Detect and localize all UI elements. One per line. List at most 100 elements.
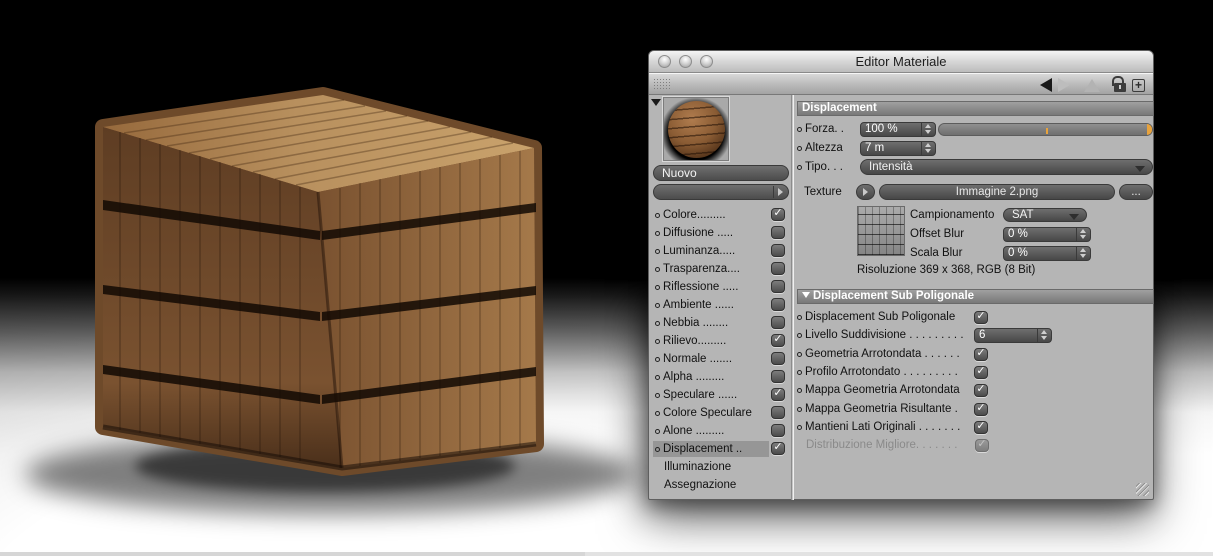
channel-label: Ambiente ...... xyxy=(663,299,734,311)
spinner-arrows-icon[interactable] xyxy=(1037,328,1047,342)
checkbox[interactable]: ✓ xyxy=(974,347,988,361)
sidebar-item-ambiente[interactable]: Ambiente ...... ✓ xyxy=(651,296,791,314)
checkbox[interactable]: ✓ xyxy=(771,388,785,401)
keyframe-dot[interactable] xyxy=(797,406,802,412)
drag-grip-icon[interactable] xyxy=(653,78,670,91)
keyframe-dot[interactable] xyxy=(655,356,660,362)
offset-blur-spinner[interactable]: 0 % xyxy=(1003,226,1091,242)
keyframe-dot[interactable] xyxy=(797,351,802,357)
checkbox[interactable]: ✓ xyxy=(771,370,785,383)
keyframe-dot[interactable] xyxy=(655,320,660,326)
shader-popup-button[interactable] xyxy=(773,186,787,198)
sidebar-item-alone[interactable]: Alone ......... ✓ xyxy=(651,422,791,440)
unlock-icon[interactable] xyxy=(1112,76,1126,92)
checkbox[interactable]: ✓ xyxy=(771,298,785,311)
sidebar-item-displacement[interactable]: Displacement .. ✓ xyxy=(651,440,791,458)
tipo-dropdown[interactable]: Intensità xyxy=(860,159,1153,175)
texture-thumbnail[interactable] xyxy=(857,206,905,256)
channel-label: Normale ....... xyxy=(663,353,733,365)
checkbox[interactable]: ✓ xyxy=(771,406,785,419)
keyframe-dot[interactable] xyxy=(797,369,802,375)
resize-handle[interactable] xyxy=(1136,483,1149,496)
checkbox[interactable]: ✓ xyxy=(974,402,988,416)
sidebar-item-speculare[interactable]: Speculare ...... ✓ xyxy=(651,386,791,404)
texture-file-button[interactable]: Immagine 2.png xyxy=(879,184,1115,200)
sidebar-item-riflessione[interactable]: Riflessione ..... ✓ xyxy=(651,278,791,296)
keyframe-dot[interactable] xyxy=(655,374,660,380)
sidebar-item-luminanza[interactable]: Luminanza..... ✓ xyxy=(651,242,791,260)
checkbox[interactable]: ✓ xyxy=(771,280,785,293)
sidebar-item-normale[interactable]: Normale ....... ✓ xyxy=(651,350,791,368)
browse-button[interactable]: ... xyxy=(1119,184,1153,200)
keyframe-dot[interactable] xyxy=(655,248,660,254)
texture-popup-button[interactable] xyxy=(856,184,875,200)
checkbox[interactable]: ✓ xyxy=(771,424,785,437)
shader-field[interactable] xyxy=(653,184,789,200)
checkbox[interactable]: ✓ xyxy=(771,352,785,365)
keyframe-dot[interactable] xyxy=(655,446,660,452)
checkbox[interactable]: ✓ xyxy=(771,316,785,329)
keyframe-dot[interactable] xyxy=(797,164,802,170)
spinner-arrows-icon[interactable] xyxy=(921,122,931,136)
forward-icon[interactable] xyxy=(1058,78,1070,92)
keyframe-dot[interactable] xyxy=(655,212,660,218)
sidebar-item-trasparenza[interactable]: Trasparenza.... ✓ xyxy=(651,260,791,278)
keyframe-dot[interactable] xyxy=(655,410,660,416)
spinner-arrows-icon[interactable] xyxy=(1076,227,1086,241)
checkbox[interactable]: ✓ xyxy=(771,244,785,257)
keyframe-dot[interactable] xyxy=(655,302,660,308)
channel-label: Nebbia ........ xyxy=(663,317,729,329)
scala-blur-spinner[interactable]: 0 % xyxy=(1003,245,1091,261)
sidebar-item-colore-speculare[interactable]: Colore Speculare ✓ xyxy=(651,404,791,422)
sidebar-item-illuminazione[interactable]: Illuminazione xyxy=(651,458,791,476)
keyframe-dot[interactable] xyxy=(797,424,802,430)
checkbox[interactable]: ✓ xyxy=(771,334,785,347)
checkbox[interactable]: ✓ xyxy=(974,365,988,379)
forza-slider[interactable] xyxy=(938,122,1153,136)
sidebar-item-rilievo[interactable]: Rilievo......... ✓ xyxy=(651,332,791,350)
keyframe-dot[interactable] xyxy=(655,338,660,344)
checkbox[interactable]: ✓ xyxy=(771,208,785,221)
checkbox[interactable]: ✓ xyxy=(771,262,785,275)
sidebar-item-colore[interactable]: Colore......... ✓ xyxy=(651,206,791,224)
sidebar-item-nebbia[interactable]: Nebbia ........ ✓ xyxy=(651,314,791,332)
add-icon[interactable]: + xyxy=(1132,78,1145,92)
keyframe-dot[interactable] xyxy=(797,387,802,393)
keyframe-dot[interactable] xyxy=(797,314,802,320)
titlebar[interactable]: Editor Materiale xyxy=(649,51,1153,73)
keyframe-dot[interactable] xyxy=(655,428,660,434)
altezza-spinner[interactable]: 7 m xyxy=(860,140,936,156)
sidebar-item-alpha[interactable]: Alpha ......... ✓ xyxy=(651,368,791,386)
keyframe-dot[interactable] xyxy=(655,266,660,272)
keyframe-dot[interactable] xyxy=(797,332,802,338)
material-name-field[interactable]: Nuovo xyxy=(653,165,789,181)
chevron-down-icon xyxy=(1135,166,1145,172)
spinner-arrows-icon[interactable] xyxy=(921,141,931,155)
keyframe-dot[interactable] xyxy=(797,126,802,132)
channel-label: Displacement .. xyxy=(663,443,743,455)
keyframe-dot[interactable] xyxy=(655,392,660,398)
back-icon[interactable] xyxy=(1040,78,1052,92)
spinner-arrows-icon[interactable] xyxy=(1076,246,1086,260)
sidebar-item-assegnazione[interactable]: Assegnazione xyxy=(651,476,791,494)
checkbox[interactable]: ✓ xyxy=(974,382,988,397)
keyframe-dot[interactable] xyxy=(655,230,660,236)
keyframe-dot[interactable] xyxy=(655,284,660,290)
check-icon: ✓ xyxy=(976,382,986,395)
forza-spinner[interactable]: 100 % xyxy=(860,121,936,137)
checkbox[interactable]: ✓ xyxy=(974,420,988,434)
campionamento-dropdown[interactable]: SAT xyxy=(1003,208,1087,222)
forza-label: Forza. . xyxy=(805,123,844,135)
checkbox[interactable]: ✓ xyxy=(974,310,988,324)
sidebar-item-diffusione[interactable]: Diffusione ..... ✓ xyxy=(651,224,791,242)
chevron-down-icon[interactable] xyxy=(651,99,661,106)
section-header-sub-poligonale[interactable]: Displacement Sub Poligonale xyxy=(797,289,1154,304)
pyramid-icon[interactable] xyxy=(1084,78,1100,92)
livello-suddivisione-spinner[interactable]: 6 xyxy=(974,327,1052,343)
checkbox[interactable]: ✓ xyxy=(771,442,785,455)
checkbox[interactable]: ✓ xyxy=(771,226,785,239)
material-preview[interactable] xyxy=(662,96,730,162)
keyframe-dot[interactable] xyxy=(797,145,802,151)
slider-handle[interactable] xyxy=(1147,123,1152,135)
channel-label: Trasparenza.... xyxy=(663,263,740,275)
